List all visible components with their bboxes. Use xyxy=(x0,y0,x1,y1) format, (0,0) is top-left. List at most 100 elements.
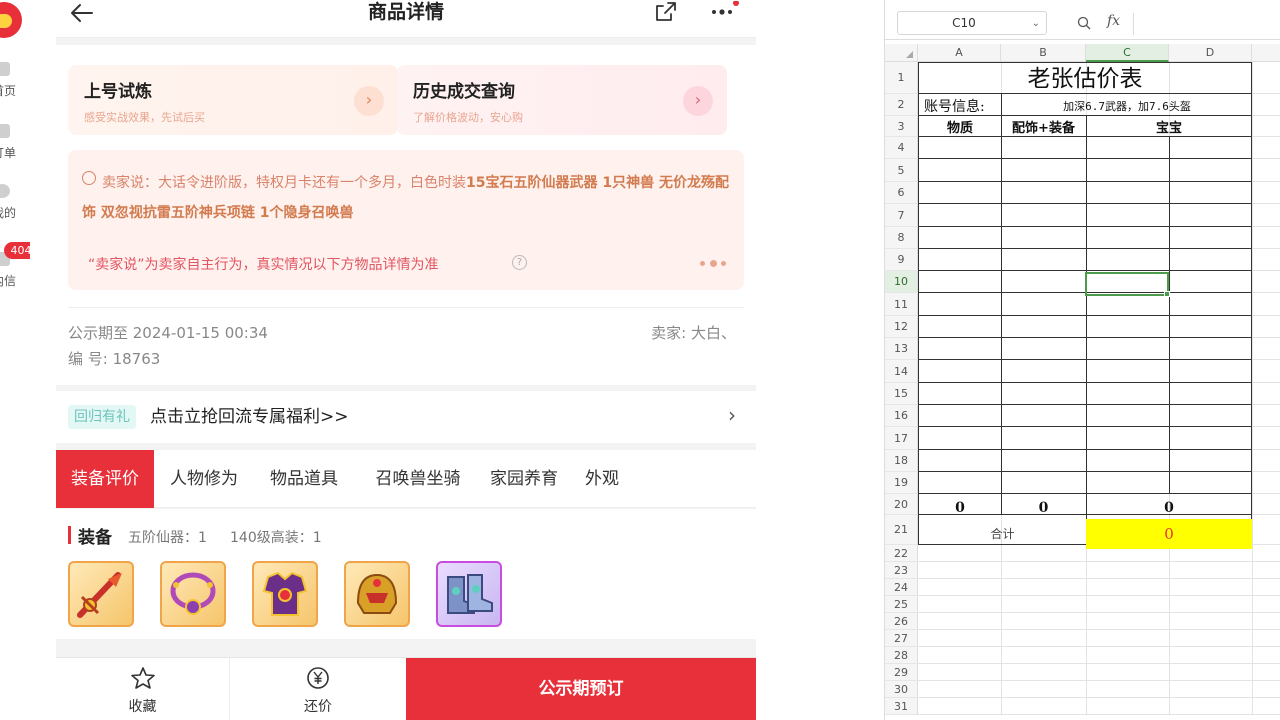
row-header-17[interactable]: 17 xyxy=(885,427,918,450)
gridline-h xyxy=(918,595,1280,596)
table-border-row xyxy=(918,471,1252,472)
row-header-31[interactable]: 31 xyxy=(885,698,918,715)
equipment-item[interactable] xyxy=(252,561,318,627)
helmet-icon xyxy=(356,573,398,614)
row-header-2[interactable]: 2 xyxy=(885,94,918,116)
zoom-icon[interactable] xyxy=(1077,16,1091,30)
reserve-button[interactable]: 公示期预订 xyxy=(406,658,756,720)
column-header-a[interactable]: A xyxy=(918,44,1001,62)
bargain-label: 还价 xyxy=(304,699,332,715)
tab-summons-mounts[interactable]: 召唤兽坐骑 xyxy=(360,450,476,508)
chevron-right-icon: › xyxy=(354,86,384,116)
summary-card: 上号试炼 感受实战效果，先试后买 › 历史成交查询 了解价格波动，安心购 › 卖… xyxy=(56,45,756,385)
row-header-8[interactable]: 8 xyxy=(885,227,918,249)
row-header-25[interactable]: 25 xyxy=(885,596,918,613)
tab-character-cultivation[interactable]: 人物修为 xyxy=(160,450,248,508)
bargain-button[interactable]: 还价 xyxy=(230,658,406,720)
column-header-b[interactable]: B xyxy=(1001,44,1086,62)
tab-items[interactable]: 物品道具 xyxy=(260,450,348,508)
function-icon[interactable]: f𝑥 xyxy=(1107,13,1120,29)
row-header-12[interactable]: 12 xyxy=(885,316,918,338)
select-all-corner[interactable] xyxy=(885,44,918,62)
active-cell-selection[interactable] xyxy=(1085,272,1169,296)
row-header-13[interactable]: 13 xyxy=(885,338,918,360)
help-icon[interactable]: ? xyxy=(512,255,527,270)
spreadsheet-window: C10 ⌄ f𝑥 ABCD 1 2 3 4 5 6 7 8 9 10 11 12 13 14 15 16 17 1… xyxy=(884,0,1280,720)
gridline-h xyxy=(918,680,1280,681)
table-border-row xyxy=(918,382,1252,383)
row-header-24[interactable]: 24 xyxy=(885,579,918,596)
table-border-row xyxy=(918,315,1252,316)
history-deals-card[interactable]: 历史成交查询 了解价格波动，安心购 › xyxy=(397,65,727,135)
more-options-icon[interactable] xyxy=(710,1,742,23)
trial-login-card[interactable]: 上号试炼 感受实战效果，先试后买 › xyxy=(68,65,398,135)
publicity-deadline: 公示期至 2024-01-15 00:34 xyxy=(68,324,268,342)
table-border-row xyxy=(918,203,1252,204)
equipment-item[interactable] xyxy=(436,561,502,627)
detail-tabs: 装备评价 人物修为 物品道具 召唤兽坐骑 家园养育 外观 xyxy=(56,450,756,508)
table-border-row xyxy=(918,426,1252,427)
tab-equipment-rating[interactable]: 装备评价 xyxy=(56,450,154,508)
bottom-action-bar: 收藏 还价 公示期预订 xyxy=(56,657,756,720)
account-info-value: 加深6.7武器，加7.6头盔 xyxy=(1063,100,1191,113)
row-header-11[interactable]: 11 xyxy=(885,293,918,316)
seller-says-box: 卖家说：大话令进阶版，特权月卡还有一个多月，白色时装15宝石五阶仙器武器 1只神… xyxy=(68,150,744,290)
column-header-d[interactable]: D xyxy=(1169,44,1252,62)
nav-item-orders[interactable]: 订单 xyxy=(0,122,30,162)
nav-item-mine[interactable]: 我的 xyxy=(0,182,30,222)
table-border-top xyxy=(918,62,1252,63)
row-header-28[interactable]: 28 xyxy=(885,647,918,664)
row-header-3[interactable]: 3 xyxy=(885,116,918,137)
row-header-9[interactable]: 9 xyxy=(885,249,918,271)
table-border-row xyxy=(918,404,1252,405)
yen-coin-icon xyxy=(307,667,329,689)
row-header-20[interactable]: 20 xyxy=(885,494,918,515)
row-header-4[interactable]: 4 xyxy=(885,137,918,159)
row-header-26[interactable]: 26 xyxy=(885,613,918,630)
row-header-21[interactable]: 21 xyxy=(885,515,918,545)
row20-accessories-value: 0 xyxy=(1038,500,1049,516)
necklace-icon xyxy=(170,572,216,615)
equipment-item[interactable] xyxy=(160,561,226,627)
seller-name[interactable]: 卖家: 大白、 xyxy=(651,322,736,343)
nav-item-home[interactable]: 首页 xyxy=(0,60,30,100)
return-promo-banner[interactable]: 回归有礼 点击立抢回流专属福利>> › xyxy=(56,391,756,443)
tab-appearance[interactable]: 外观 xyxy=(580,450,624,508)
gridline-h xyxy=(918,714,1280,715)
row-header-19[interactable]: 19 xyxy=(885,472,918,494)
equipment-item[interactable] xyxy=(344,561,410,627)
share-icon[interactable] xyxy=(654,1,678,23)
history-deals-subtitle: 了解价格波动，安心购 xyxy=(413,111,523,124)
row-header-22[interactable]: 22 xyxy=(885,545,918,562)
row-header-15[interactable]: 15 xyxy=(885,383,918,405)
fill-handle[interactable] xyxy=(1164,291,1170,297)
row-header-1[interactable]: 1 xyxy=(885,62,918,94)
equipment-stat-lv140: 140级高装：1 xyxy=(230,530,322,546)
table-border-row xyxy=(918,270,1252,271)
table-border-row xyxy=(918,226,1252,227)
sheet-title: 老张估价表 xyxy=(1027,66,1143,92)
row-header-5[interactable]: 5 xyxy=(885,159,918,182)
row-header-29[interactable]: 29 xyxy=(885,664,918,681)
row-header-7[interactable]: 7 xyxy=(885,204,918,227)
name-box[interactable]: C10 ⌄ xyxy=(897,11,1047,35)
equipment-item[interactable] xyxy=(68,561,134,627)
row-header-14[interactable]: 14 xyxy=(885,360,918,383)
formula-input[interactable] xyxy=(1133,13,1273,35)
row-header-18[interactable]: 18 xyxy=(885,450,918,472)
seller-says-disclaimer: “卖家说”为卖家自主行为，真实情况以下方物品详情为准 xyxy=(88,257,439,273)
row-header-10[interactable]: 10 xyxy=(885,271,918,293)
row-header-6[interactable]: 6 xyxy=(885,182,918,204)
serial-number: 编 号: 18763 xyxy=(68,350,161,368)
divider xyxy=(68,307,744,308)
armor-icon xyxy=(262,571,308,616)
row-header-23[interactable]: 23 xyxy=(885,562,918,579)
row-header-27[interactable]: 27 xyxy=(885,630,918,647)
column-header-c[interactable]: C xyxy=(1086,44,1169,62)
gridline-h xyxy=(918,578,1280,579)
carousel-dots-icon xyxy=(700,260,730,268)
row-header-16[interactable]: 16 xyxy=(885,405,918,427)
favorite-button[interactable]: 收藏 xyxy=(56,658,230,720)
row-header-30[interactable]: 30 xyxy=(885,681,918,698)
tab-home-raising[interactable]: 家园养育 xyxy=(480,450,568,508)
